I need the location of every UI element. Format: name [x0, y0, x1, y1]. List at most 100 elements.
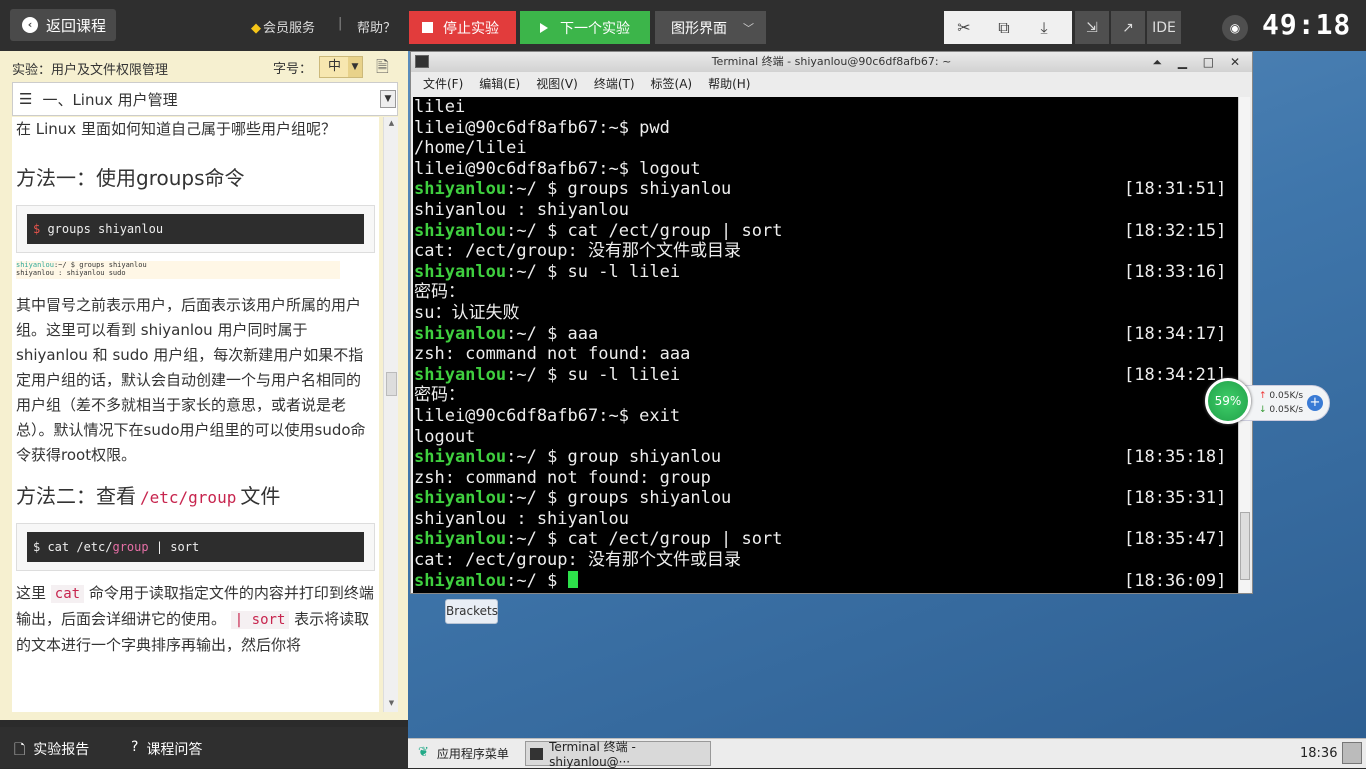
terminal-line: shiyanlou:~/ $ [18:36:09]	[414, 570, 1239, 592]
tool-group: ✂ ⧉ ⤓	[944, 11, 1072, 44]
prompt-user: shiyanlou	[414, 261, 507, 282]
cut-icon[interactable]: ✂	[944, 11, 984, 44]
window-controls[interactable]: ⏶ ▁ □ ✕	[1152, 52, 1246, 72]
line-text: :~/ $ groups shiyanlou	[506, 179, 732, 200]
trash-icon[interactable]	[1342, 742, 1362, 764]
up-arrow-icon: ↑	[1259, 391, 1267, 401]
line-text: cat: /ect/group: 没有那个文件或目录	[414, 241, 741, 262]
content-scrollbar[interactable]: ▲ ▼	[383, 117, 398, 712]
chevron-down-icon: ﹀	[743, 22, 754, 35]
font-size-select[interactable]: 中 ▼	[319, 56, 363, 78]
lab-report-button[interactable]: 🗋 实验报告	[14, 739, 89, 763]
menu-file[interactable]: 文件(F)	[423, 72, 463, 96]
terminal-icon	[530, 747, 544, 760]
prompt-user: shiyanlou	[414, 220, 507, 241]
ide-button[interactable]: IDE	[1147, 11, 1181, 44]
back-label: 返回课程	[46, 16, 107, 35]
scroll-up-icon[interactable]: ▲	[386, 119, 397, 130]
add-icon[interactable]: +	[1307, 395, 1323, 411]
scroll-down-icon[interactable]: ▼	[386, 699, 397, 710]
terminal-line: cat: /ect/group: 没有那个文件或目录	[414, 241, 1239, 262]
font-size-label: 字号：	[273, 62, 313, 77]
terminal-line: zsh: command not found: aaa	[414, 344, 1239, 365]
line-text: 密码：	[414, 385, 465, 406]
paragraph-1: 其中冒号之前表示用户，后面表示该用户所属的用户组。这里可以看到 shiyanlo…	[16, 296, 366, 464]
code-block-1: $ groups shiyanlou	[16, 205, 375, 253]
terminal-menu-bar: 文件(F) 编辑(E) 视图(V) 终端(T) 标签(A) 帮助(H)	[411, 72, 1252, 96]
line-text: zsh: command not found: group	[414, 467, 711, 488]
document-icon[interactable]: 🗎	[376, 56, 389, 83]
section-select[interactable]: ☰ 一、Linux 用户管理 ▼	[12, 82, 398, 116]
vip-service-link[interactable]: ◆ 会员服务	[251, 17, 315, 36]
brackets-desktop-icon[interactable]: Brackets	[445, 599, 498, 624]
line-text: zsh: command not found: aaa	[414, 344, 691, 365]
terminal-cursor	[567, 570, 578, 588]
prompt-user: shiyanlou	[414, 488, 507, 509]
stop-experiment-button[interactable]: 停止实验	[409, 11, 516, 44]
back-to-course-button[interactable]: ‹ 返回课程	[10, 9, 116, 41]
dropdown-arrow-icon: ▼	[380, 90, 396, 108]
timestamp: [18:32:15]	[1124, 220, 1227, 241]
terminal-scroll-thumb[interactable]	[1240, 512, 1250, 580]
terminal-line: lilei@90c6df8afb67:~$ logout	[414, 159, 1239, 180]
terminal-line: zsh: command not found: group	[414, 468, 1239, 489]
prompt-user: shiyanlou	[414, 447, 507, 468]
down-arrow-icon: ↓	[1259, 405, 1267, 415]
course-qa-button[interactable]: ? 课程问答	[131, 739, 202, 759]
download-speed: ↓ 0.05K/s	[1259, 405, 1304, 415]
download-icon[interactable]: ⤓	[1024, 11, 1064, 44]
memory-usage-circle[interactable]: 59%	[1205, 378, 1251, 424]
shrink-icon[interactable]: ⇲	[1075, 11, 1109, 44]
external-link-icon[interactable]: ↗	[1111, 11, 1145, 44]
terminal-line: shiyanlou:~/ $ groups shiyanlou [18:31:51…	[414, 179, 1239, 200]
line-text: shiyanlou : shiyanlou	[414, 508, 629, 529]
method2-heading: 方法二：查看/etc/group 文件	[16, 484, 281, 508]
help-link[interactable]: 帮助？	[357, 17, 396, 36]
question-icon: ?	[131, 739, 139, 755]
paragraph-2: 这里 cat 命令用于读取指定文件的内容并打印到终端输出，后面会详细讲它的使用。…	[16, 584, 374, 654]
eye-icon[interactable]: ◉	[1222, 15, 1248, 41]
terminal-line: 密码：	[414, 282, 1239, 303]
menu-tabs[interactable]: 标签(A)	[651, 72, 693, 96]
dropdown-arrow-icon: ▼	[348, 57, 362, 77]
line-text: :~/ $ cat /ect/group | sort	[506, 529, 783, 550]
menu-view[interactable]: 视图(V)	[536, 72, 578, 96]
file-icon: 🗋	[14, 742, 26, 758]
terminal-line: shiyanlou:~/ $ cat /ect/group | sort [18:…	[414, 529, 1239, 550]
terminal-icon	[415, 55, 429, 68]
lesson-bottom-bar: 🗋 实验报告 ? 课程问答	[0, 727, 408, 768]
diamond-icon: ◆	[251, 21, 261, 36]
gui-mode-dropdown[interactable]: 图形界面 ﹀	[655, 11, 766, 44]
screen-share-icon[interactable]: ⧉	[984, 11, 1024, 44]
taskbar-terminal-item[interactable]: Terminal 终端 - shiyanlou@···	[525, 740, 711, 769]
menu-terminal[interactable]: 终端(T)	[594, 72, 635, 96]
desktop-taskbar: ❦ 应用程序菜单 Terminal 终端 - shiyanlou@··· 18:3…	[408, 738, 1366, 769]
terminal-line: shiyanlou:~/ $ su -l lilei [18:33:16]	[414, 262, 1239, 283]
terminal-titlebar[interactable]: Terminal 终端 - shiyanlou@90c6df8afb67: ~ …	[411, 52, 1252, 72]
menu-help[interactable]: 帮助(H)	[708, 72, 750, 96]
terminal-line: shiyanlou : shiyanlou	[414, 509, 1239, 530]
terminal-window[interactable]: Terminal 终端 - shiyanlou@90c6df8afb67: ~ …	[410, 51, 1253, 594]
terminal-line: /home/lilei	[414, 138, 1239, 159]
timestamp: [18:35:31]	[1124, 488, 1227, 509]
timestamp: [18:33:16]	[1124, 261, 1227, 282]
separator: |	[338, 16, 343, 31]
line-text: :~/ $ su -l lilei	[506, 261, 681, 282]
scroll-thumb[interactable]	[386, 372, 397, 396]
terminal-line: su：认证失败	[414, 303, 1239, 324]
timestamp: [18:34:17]	[1124, 323, 1227, 344]
terminal-line: shiyanlou : shiyanlou	[414, 200, 1239, 221]
menu-edit[interactable]: 编辑(E)	[479, 72, 520, 96]
lesson-content: 在 Linux 里面如何知道自己属于哪些用户组呢？ 方法一：使用groups命令…	[12, 117, 379, 712]
next-experiment-button[interactable]: 下一个实验	[520, 11, 650, 44]
xfce-icon: ❦	[418, 745, 429, 760]
terminal-line: 密码：	[414, 385, 1239, 406]
terminal-scrollbar[interactable]	[1238, 97, 1250, 593]
terminal-line: shiyanlou:~/ $ su -l lilei [18:34:21]	[414, 365, 1239, 386]
method1-heading: 方法一：使用groups命令	[16, 166, 245, 190]
prompt-user: shiyanlou	[414, 179, 507, 200]
applications-menu[interactable]: ❦ 应用程序菜单	[418, 745, 509, 762]
terminal-output[interactable]: lilei lilei@90c6df8afb67:~$ pwd/home/lile…	[413, 97, 1239, 593]
upload-speed: ↑ 0.05K/s	[1259, 391, 1304, 401]
terminal-line: lilei@90c6df8afb67:~$ exit	[414, 406, 1239, 427]
